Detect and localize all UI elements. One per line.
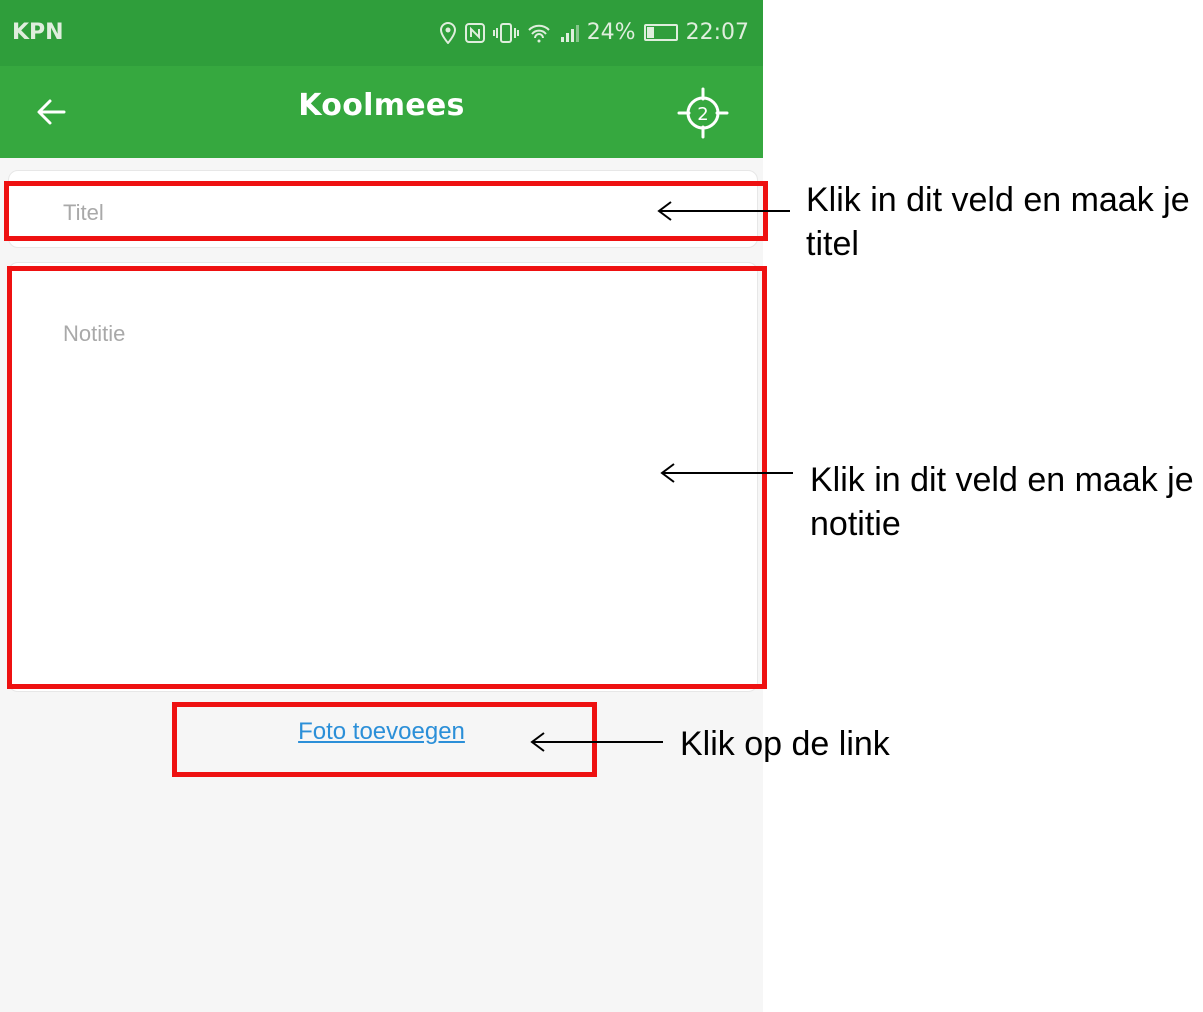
- vibrate-icon: [492, 22, 519, 43]
- status-bar: KPN 24% 22:07: [0, 0, 763, 66]
- location-button[interactable]: 2: [676, 86, 730, 140]
- app-bar: Koolmees 2: [0, 66, 763, 158]
- nfc-icon: [464, 22, 485, 43]
- photo-arrow: [530, 732, 663, 752]
- location-icon: [439, 21, 457, 44]
- status-icons: 24% 22:07: [439, 20, 749, 45]
- battery-icon: [643, 24, 678, 41]
- clock: 22:07: [685, 20, 749, 45]
- signal-icon: [559, 23, 579, 43]
- note-arrow: [660, 463, 793, 483]
- title-card: [8, 170, 758, 248]
- carrier-label: KPN: [12, 20, 64, 45]
- wifi-icon: [527, 23, 551, 43]
- note-instruction: Klik in dit veld en maak je notitie: [810, 461, 1194, 543]
- title-instruction: Klik in dit veld en maak je titel: [806, 181, 1190, 263]
- battery-percent: 24%: [586, 20, 636, 45]
- note-input[interactable]: [63, 321, 723, 661]
- crosshair-target-icon: 2: [677, 87, 729, 139]
- phone-screen: KPN 24% 22:07 Koolmees 2 Titel Notitie F…: [0, 0, 763, 1012]
- note-card: [8, 262, 758, 692]
- location-badge: 2: [697, 104, 708, 125]
- title-input[interactable]: [63, 199, 723, 227]
- title-arrow: [657, 201, 790, 221]
- photo-instruction: Klik op de link: [680, 725, 890, 763]
- page-title: Koolmees: [298, 88, 465, 123]
